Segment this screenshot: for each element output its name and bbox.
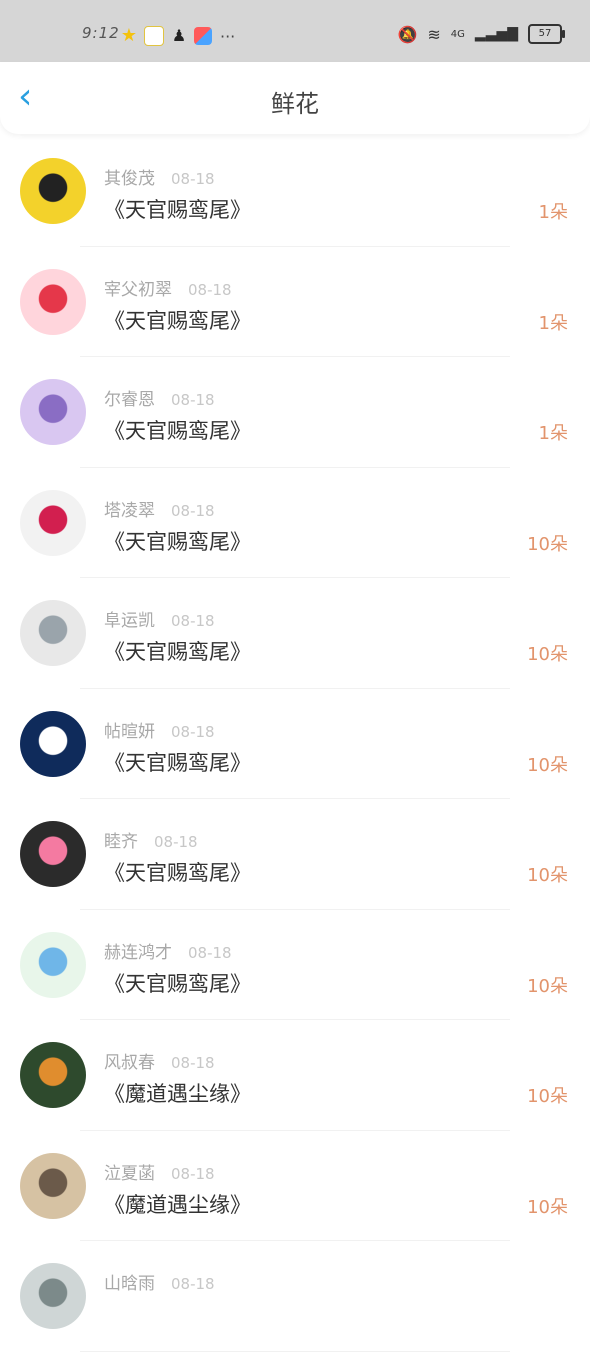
user-name-text: 尔睿恩 <box>104 390 155 410</box>
list-item[interactable]: 山晗雨 08-18 <box>0 1241 590 1352</box>
user-name-text: 睦齐 <box>104 832 138 852</box>
list-item[interactable]: 帖暄妍 08-18 《天官赐鸾尾》 10朵 <box>0 689 590 799</box>
user-name: 尔睿恩 08-18 <box>104 385 215 410</box>
user-name: 泣夏菡 08-18 <box>104 1159 215 1184</box>
user-name-text: 塔凌翠 <box>104 500 155 521</box>
qq-icon: ♟ <box>171 26 187 45</box>
date: 08-18 <box>171 170 215 188</box>
status-icons-right: 🔕 ≋ 4G ▂▃▅▇ 57 <box>397 24 565 44</box>
user-name: 风叔春 08-18 <box>104 1048 215 1073</box>
date: 08-18 <box>171 1164 215 1183</box>
user-name-text: 阜运凯 <box>104 611 155 631</box>
wifi-icon: ≋ <box>427 24 441 44</box>
avatar[interactable] <box>20 600 86 666</box>
list-item[interactable]: 睦齐 08-18 《天官赐鸾尾》 10朵 <box>0 799 590 910</box>
avatar[interactable] <box>20 489 86 556</box>
app-grid-icon <box>194 27 212 45</box>
avatar[interactable] <box>20 1042 86 1108</box>
user-name: 阜运凯 08-18 <box>104 606 215 631</box>
user-name: 宰父初翠 08-18 <box>104 275 232 300</box>
book-title[interactable]: 《天官赐鸾尾》 <box>104 636 251 666</box>
book-title[interactable]: 《天官赐鸾尾》 <box>104 526 251 556</box>
flower-count: 1朵 <box>538 202 568 223</box>
avatar[interactable] <box>20 931 86 998</box>
avatar[interactable] <box>20 268 86 335</box>
book-title[interactable]: 《天官赐鸾尾》 <box>104 968 251 998</box>
flower-count: 10朵 <box>527 754 568 776</box>
user-name-text: 山晗雨 <box>104 1274 155 1294</box>
status-bar: 9:12 ★ ♟ ▯ ··· 🔕 ≋ 4G ▂▃▅▇ 57 <box>0 0 590 104</box>
user-name: 赫连鸿才 08-18 <box>104 938 232 963</box>
flower-list: 其俊茂 08-18 《天官赐鸾尾》 1朵 宰父初翠 08-18 《天官赐鸾尾》 1朵 尔睿恩 08… <box>0 136 590 1352</box>
book-title[interactable]: 《魔道遇尘缘》 <box>104 1078 251 1108</box>
user-name: 帖暄妍 08-18 <box>104 717 215 742</box>
list-item[interactable]: 塔凌翠 08-18 《天官赐鸾尾》 10朵 <box>0 468 590 578</box>
book-title[interactable]: 《魔道遇尘缘》 <box>104 1189 251 1219</box>
date: 08-18 <box>171 1275 215 1293</box>
divider <box>80 1350 510 1352</box>
user-name-text: 宰父初翠 <box>104 279 172 300</box>
date: 08-18 <box>171 391 215 409</box>
user-name: 其俊茂 08-18 <box>104 164 215 189</box>
user-name: 睦齐 08-18 <box>104 827 198 852</box>
date: 08-18 <box>171 722 215 741</box>
book-title[interactable]: 《天官赐鸾尾》 <box>104 305 251 335</box>
flower-count: 10朵 <box>527 975 568 997</box>
date: 08-18 <box>171 501 215 520</box>
network-label: 4G <box>450 28 465 40</box>
avatar[interactable] <box>20 379 86 445</box>
list-item[interactable]: 赫连鸿才 08-18 《天官赐鸾尾》 10朵 <box>0 910 590 1020</box>
star-icon: ★ <box>120 25 138 46</box>
list-item[interactable]: 宰父初翠 08-18 《天官赐鸾尾》 1朵 <box>0 247 590 357</box>
user-name: 塔凌翠 08-18 <box>104 496 215 521</box>
date: 08-18 <box>171 612 215 630</box>
list-item[interactable]: 泣夏菡 08-18 《魔道遇尘缘》 10朵 <box>0 1131 590 1241</box>
book-title[interactable]: 《天官赐鸾尾》 <box>104 415 251 445</box>
battery-icon: 57 <box>528 24 565 44</box>
flower-count: 10朵 <box>527 1086 568 1107</box>
avatar[interactable] <box>20 1152 86 1219</box>
signal-icon: ▂▃▅▇ <box>474 26 518 42</box>
user-name-text: 泣夏菡 <box>104 1163 155 1184</box>
status-time: 9:12 <box>82 24 120 42</box>
flower-count: 10朵 <box>527 865 568 886</box>
date: 08-18 <box>188 943 232 962</box>
app-face-icon <box>144 26 164 46</box>
book-title[interactable]: 《天官赐鸾尾》 <box>104 857 251 887</box>
user-name-text: 帖暄妍 <box>104 721 155 742</box>
book-title[interactable]: 《天官赐鸾尾》 <box>104 747 251 777</box>
mute-icon: 🔕 <box>397 24 418 44</box>
avatar[interactable] <box>20 710 86 777</box>
avatar[interactable] <box>20 821 86 887</box>
flower-count: 10朵 <box>527 533 568 555</box>
avatar[interactable] <box>20 1263 86 1329</box>
avatar[interactable] <box>20 158 86 224</box>
date: 08-18 <box>171 1054 215 1072</box>
book-title[interactable]: 《天官赐鸾尾》 <box>104 194 251 224</box>
list-item[interactable]: 其俊茂 08-18 《天官赐鸾尾》 1朵 <box>0 136 590 247</box>
user-name-text: 风叔春 <box>104 1053 155 1073</box>
nav-bar: ‹ 鲜花 <box>0 62 590 134</box>
flower-count: 10朵 <box>527 1196 568 1218</box>
date: 08-18 <box>154 833 198 851</box>
page-title: 鲜花 <box>271 90 319 118</box>
user-name-text: 其俊茂 <box>104 169 155 189</box>
list-item[interactable]: 风叔春 08-18 《魔道遇尘缘》 10朵 <box>0 1020 590 1131</box>
flower-count: 1朵 <box>538 423 568 444</box>
user-name: 山晗雨 08-18 <box>104 1269 215 1294</box>
date: 08-18 <box>188 280 232 299</box>
flower-count: 10朵 <box>527 644 568 665</box>
status-icons-left: ★ ♟ ▯ ··· <box>120 25 242 104</box>
more-icon: ··· <box>220 26 236 46</box>
list-item[interactable]: 阜运凯 08-18 《天官赐鸾尾》 10朵 <box>0 578 590 689</box>
flower-count: 1朵 <box>538 312 568 334</box>
list-item[interactable]: 尔睿恩 08-18 《天官赐鸾尾》 1朵 <box>0 357 590 468</box>
user-name-text: 赫连鸿才 <box>104 942 172 963</box>
